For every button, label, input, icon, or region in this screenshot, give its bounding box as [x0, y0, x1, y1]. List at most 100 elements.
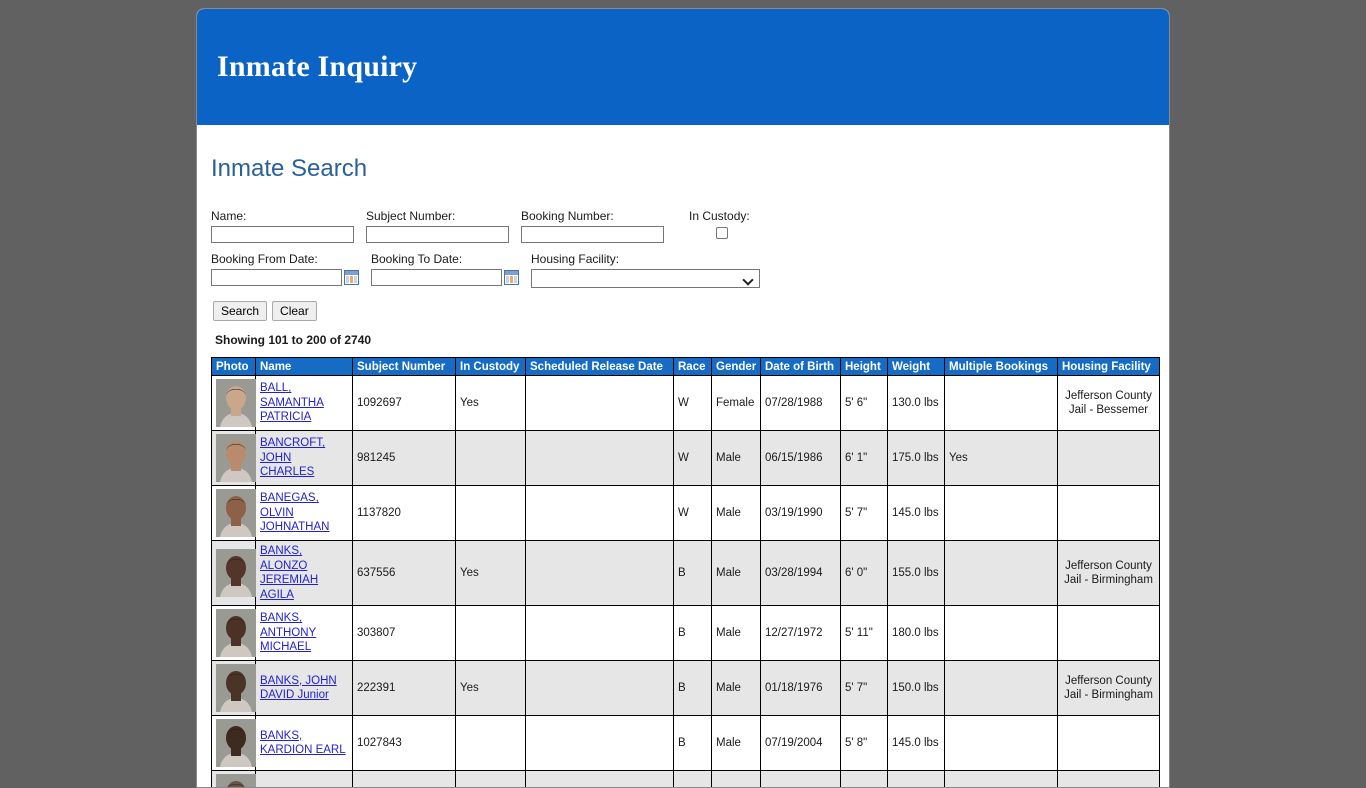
- race-cell: W: [674, 486, 712, 541]
- main-content: Inmate Search Name: Subject Number: Book…: [197, 155, 1169, 788]
- search-form-row-1: Name: Subject Number: Booking Number: In…: [211, 209, 1157, 243]
- inmate-photo[interactable]: [216, 719, 256, 767]
- column-header-gender[interactable]: Gender: [712, 358, 761, 376]
- height-cell: [841, 771, 888, 788]
- calendar-icon[interactable]: [344, 270, 359, 285]
- photo-cell: [212, 716, 256, 771]
- in-custody-cell: [456, 606, 526, 661]
- height-cell: 5' 7": [841, 661, 888, 716]
- column-header-name[interactable]: Name: [256, 358, 353, 376]
- weight-cell: 150.0 lbs: [888, 661, 945, 716]
- housing-facility-select[interactable]: [531, 269, 760, 288]
- race-cell: B: [674, 541, 712, 606]
- inmate-name-link[interactable]: BANKS, JOHN DAVID Junior: [260, 675, 337, 702]
- result-count: Showing 101 to 200 of 2740: [215, 333, 1157, 347]
- inmate-name-link[interactable]: BANCROFT, JOHN CHARLES: [260, 437, 325, 478]
- date-of-birth-cell: 07/19/2004: [761, 716, 841, 771]
- column-header-photo[interactable]: Photo: [212, 358, 256, 376]
- name-input[interactable]: [211, 226, 354, 243]
- subject-number-input[interactable]: [366, 226, 509, 243]
- subject-number-cell: [353, 771, 456, 788]
- multiple-bookings-cell: Yes: [945, 431, 1058, 486]
- column-header-weight[interactable]: Weight: [888, 358, 945, 376]
- height-cell: 5' 8": [841, 716, 888, 771]
- gender-cell: [712, 771, 761, 788]
- inmate-name-link[interactable]: BANKS, ANTHONY MICHAEL: [260, 612, 316, 653]
- housing-facility-cell: Jefferson County Jail - Bessemer: [1058, 376, 1160, 431]
- booking-number-input[interactable]: [521, 226, 664, 243]
- housing-facility-label: Housing Facility:: [531, 252, 760, 266]
- inmate-photo[interactable]: [216, 549, 256, 597]
- booking-from-date-input[interactable]: [211, 269, 342, 286]
- column-header-scheduled-release-date[interactable]: Scheduled Release Date: [526, 358, 674, 376]
- gender-cell: Male: [712, 606, 761, 661]
- column-header-subject-number[interactable]: Subject Number: [353, 358, 456, 376]
- photo-cell: [212, 771, 256, 788]
- race-cell: B: [674, 716, 712, 771]
- inmate-photo[interactable]: [216, 489, 256, 537]
- in-custody-cell: [456, 486, 526, 541]
- page-title: Inmate Inquiry: [217, 50, 417, 84]
- gender-cell: Male: [712, 541, 761, 606]
- housing-facility-cell: [1058, 716, 1160, 771]
- scheduled-release-date-cell: [526, 606, 674, 661]
- table-row: BANKS, KARDION EARL1027843BMale07/19/200…: [212, 716, 1160, 771]
- multiple-bookings-cell: [945, 606, 1058, 661]
- in-custody-checkbox[interactable]: [716, 227, 728, 239]
- column-header-height[interactable]: Height: [841, 358, 888, 376]
- page-container: Inmate Inquiry Inmate Search Name: Subje…: [196, 8, 1170, 788]
- site-header: Inmate Inquiry: [197, 9, 1169, 125]
- inmate-photo[interactable]: [216, 664, 256, 712]
- booking-to-date-label: Booking To Date:: [371, 252, 519, 266]
- inmate-photo[interactable]: [216, 609, 256, 657]
- inmate-photo[interactable]: [216, 379, 256, 427]
- subject-number-cell: 303807: [353, 606, 456, 661]
- inmate-name-link[interactable]: BALL, SAMANTHA PATRICIA: [260, 382, 324, 423]
- search-form-buttons: Search Clear: [213, 301, 1157, 321]
- inmate-photo[interactable]: [216, 434, 256, 482]
- gender-cell: Male: [712, 716, 761, 771]
- weight-cell: 145.0 lbs: [888, 486, 945, 541]
- section-heading: Inmate Search: [211, 155, 1157, 183]
- search-button[interactable]: Search: [213, 301, 267, 321]
- in-custody-checkbox-wrap: [689, 226, 832, 239]
- scheduled-release-date-cell: [526, 376, 674, 431]
- date-of-birth-cell: 01/18/1976: [761, 661, 841, 716]
- multiple-bookings-cell: [945, 486, 1058, 541]
- scheduled-release-date-cell: [526, 541, 674, 606]
- housing-facility-cell: [1058, 606, 1160, 661]
- height-cell: 6' 0": [841, 541, 888, 606]
- height-cell: 5' 6": [841, 376, 888, 431]
- name-cell: BANKS, KARDION EARL: [256, 716, 353, 771]
- name-cell: BANCROFT, JOHN CHARLES: [256, 431, 353, 486]
- race-cell: B: [674, 606, 712, 661]
- multiple-bookings-cell: [945, 661, 1058, 716]
- column-header-date-of-birth[interactable]: Date of Birth: [761, 358, 841, 376]
- inmate-name-link[interactable]: BANEGAS, OLVIN JOHNATHAN: [260, 492, 329, 533]
- booking-to-date-input[interactable]: [371, 269, 502, 286]
- in-custody-label: In Custody:: [689, 209, 832, 223]
- column-header-race[interactable]: Race: [674, 358, 712, 376]
- in-custody-cell: Yes: [456, 376, 526, 431]
- column-header-in-custody[interactable]: In Custody: [456, 358, 526, 376]
- inmate-photo[interactable]: [216, 774, 256, 788]
- inmate-results-table: Photo Name Subject Number In Custody Sch…: [211, 357, 1160, 788]
- clear-button[interactable]: Clear: [272, 301, 317, 321]
- column-header-multiple-bookings[interactable]: Multiple Bookings: [945, 358, 1058, 376]
- column-header-housing-facility[interactable]: Housing Facility: [1058, 358, 1160, 376]
- inmate-search-form: Name: Subject Number: Booking Number: In…: [211, 209, 1157, 321]
- scheduled-release-date-cell: [526, 771, 674, 788]
- booking-from-date-label: Booking From Date:: [211, 252, 359, 266]
- multiple-bookings-cell: [945, 771, 1058, 788]
- weight-cell: 180.0 lbs: [888, 606, 945, 661]
- height-cell: 5' 7": [841, 486, 888, 541]
- inmate-name-link[interactable]: BANKS, ALONZO JEREMIAH AGILA: [260, 545, 318, 601]
- scheduled-release-date-cell: [526, 431, 674, 486]
- inmate-name-link[interactable]: BANKS, KARDION EARL: [260, 730, 346, 757]
- booking-number-field-group: Booking Number:: [521, 209, 664, 243]
- photo-cell: [212, 376, 256, 431]
- in-custody-field-group: In Custody:: [689, 209, 832, 239]
- table-body: BALL, SAMANTHA PATRICIA1092697YesWFemale…: [212, 376, 1160, 788]
- table-header-row: Photo Name Subject Number In Custody Sch…: [212, 358, 1160, 376]
- calendar-icon[interactable]: [504, 270, 519, 285]
